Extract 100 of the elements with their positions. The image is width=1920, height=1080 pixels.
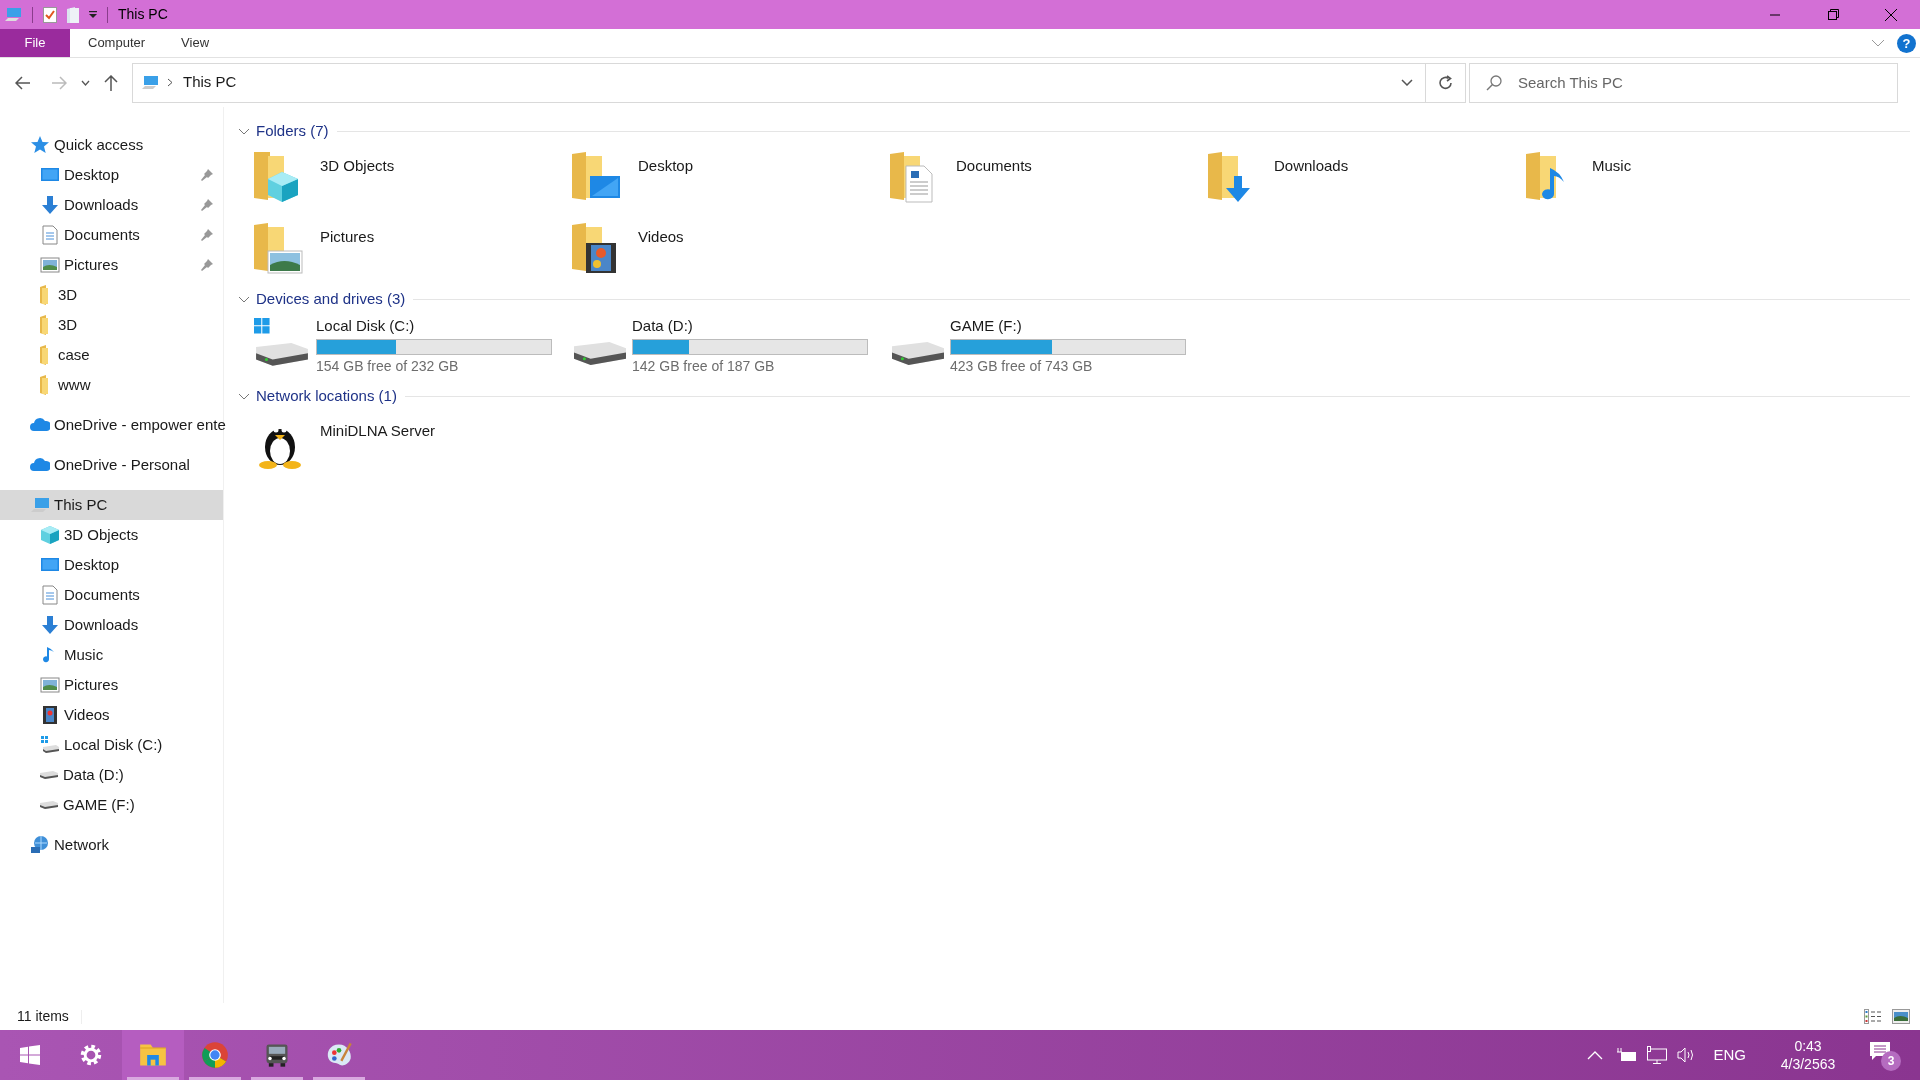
folder-tile[interactable]: Desktop [570,142,888,213]
refresh-icon [1437,74,1454,91]
chevron-up-icon[interactable] [1587,1050,1604,1060]
dropdown-icon[interactable] [89,10,97,19]
help-button[interactable]: ? [1897,33,1916,53]
up-arrow-icon[interactable] [104,74,118,91]
globe-icon [30,835,50,855]
search-field[interactable]: Search This PC [1518,63,1897,102]
clock-time[interactable]: 0:43 [1794,1037,1822,1055]
sidebar-item[interactable]: case [0,340,223,370]
chevron-down-icon[interactable] [238,392,250,400]
computer-icon [4,6,22,23]
sidebar-item[interactable]: This PC [0,490,223,520]
network-icon[interactable] [1647,1046,1668,1064]
sidebar-item[interactable]: Local Disk (C:) [0,730,223,760]
sidebar-item[interactable]: Data (D:) [0,760,223,790]
address-bar[interactable]: This PC [132,62,1426,103]
chevron-down-icon[interactable] [238,295,250,303]
notification-badge: 3 [1881,1051,1901,1071]
drive-icon [40,735,60,755]
drive-icon [574,342,626,365]
sidebar-item[interactable]: Network [0,830,223,860]
sidebar-item[interactable]: Downloads [0,190,223,220]
sidebar-item[interactable]: OneDrive - empower ente [0,410,223,440]
pin-icon[interactable] [201,169,213,181]
folder-tile[interactable]: Downloads [1206,142,1524,213]
breadcrumb[interactable]: This PC [183,71,237,94]
film-icon [40,705,60,725]
sidebar-item[interactable]: Documents [0,220,223,250]
drive-icon [40,771,58,779]
sidebar-item[interactable]: Downloads [0,610,223,640]
folder-tile[interactable]: Videos [570,213,888,284]
sidebar-item[interactable]: OneDrive - Personal [0,450,223,480]
drive-tile[interactable]: Local Disk (C:) 154 GB free of 232 GB [252,310,570,381]
pin-icon[interactable] [201,259,213,271]
refresh-button[interactable] [1426,62,1466,103]
sidebar-item[interactable]: www [0,370,223,400]
sidebar-item[interactable]: GAME (F:) [0,790,223,820]
folder-tile[interactable]: Documents [888,142,1206,213]
chrome-icon [201,1041,229,1069]
chevron-down-icon[interactable] [238,127,250,135]
folder-tile[interactable]: Pictures [252,213,570,284]
star-icon [30,135,50,155]
free-space-text: 154 GB free of 232 GB [316,357,460,375]
large-icons-view-icon[interactable] [1892,1009,1910,1024]
sidebar-item[interactable]: Videos [0,700,223,730]
sidebar-item[interactable]: Quick access [0,130,223,160]
start-icon[interactable] [20,1045,40,1065]
picture-icon [40,675,60,695]
folder-icon [40,345,48,365]
group-header[interactable]: Network locations (1) [256,384,397,408]
search-box[interactable]: Search This PC [1469,62,1898,103]
document-icon [40,225,60,245]
ribbon-tab[interactable]: View [163,29,228,57]
sidebar-item[interactable]: Music [0,640,223,670]
recent-dropdown-icon[interactable] [81,79,90,86]
group-header[interactable]: Devices and drives (3) [256,287,406,311]
sidebar-item[interactable]: Documents [0,580,223,610]
drive-icon [40,801,58,809]
properties-icon[interactable] [43,6,57,23]
back-arrow-icon[interactable] [15,75,31,90]
sidebar-item[interactable]: 3D [0,280,223,310]
download-arrow-icon [40,615,60,635]
sidebar-item[interactable]: 3D Objects [0,520,223,550]
document-icon [40,585,60,605]
folder-icon [40,285,48,305]
close-icon [1885,8,1897,21]
pin-icon[interactable] [201,199,213,211]
battery-icon[interactable] [1617,1048,1638,1062]
network-location[interactable]: MiniDLNA Server [252,407,570,478]
breadcrumb-chevron-icon[interactable] [167,78,173,87]
drive-tile[interactable]: GAME (F:) 423 GB free of 743 GB [888,310,1206,381]
folder-icon [40,315,48,335]
file-menu-tab[interactable]: File [0,29,70,57]
sidebar-item[interactable]: Desktop [0,160,223,190]
clock-date[interactable]: 4/3/2563 [1780,1055,1836,1073]
folder-tile[interactable]: Music [1524,142,1842,213]
download-arrow-icon [40,195,60,215]
sidebar-item[interactable]: Desktop [0,550,223,580]
sidebar-item[interactable]: Pictures [0,250,223,280]
picture-icon [40,255,60,275]
details-view-icon[interactable] [1864,1009,1882,1024]
folder-icon [40,375,48,395]
drive-tile[interactable]: Data (D:) 142 GB free of 187 GB [570,310,888,381]
sidebar-item[interactable]: 3D [0,310,223,340]
computer-icon [141,74,159,91]
sidebar-item[interactable]: Pictures [0,670,223,700]
cube-icon [40,525,60,545]
drive-icon [892,342,944,365]
language-indicator[interactable]: ENG [1713,1043,1746,1067]
new-folder-icon[interactable] [67,6,79,23]
pin-icon[interactable] [201,229,213,241]
history-dropdown-icon[interactable] [1401,79,1413,86]
ribbon-tab[interactable]: Computer [70,29,164,57]
folder-tile[interactable]: 3D Objects [252,142,570,213]
free-space-text: 142 GB free of 187 GB [632,357,776,375]
free-space-text: 423 GB free of 743 GB [950,357,1094,375]
computer-icon [30,495,50,515]
group-header[interactable]: Folders (7) [256,119,329,143]
chevron-down-icon[interactable] [1871,39,1885,47]
